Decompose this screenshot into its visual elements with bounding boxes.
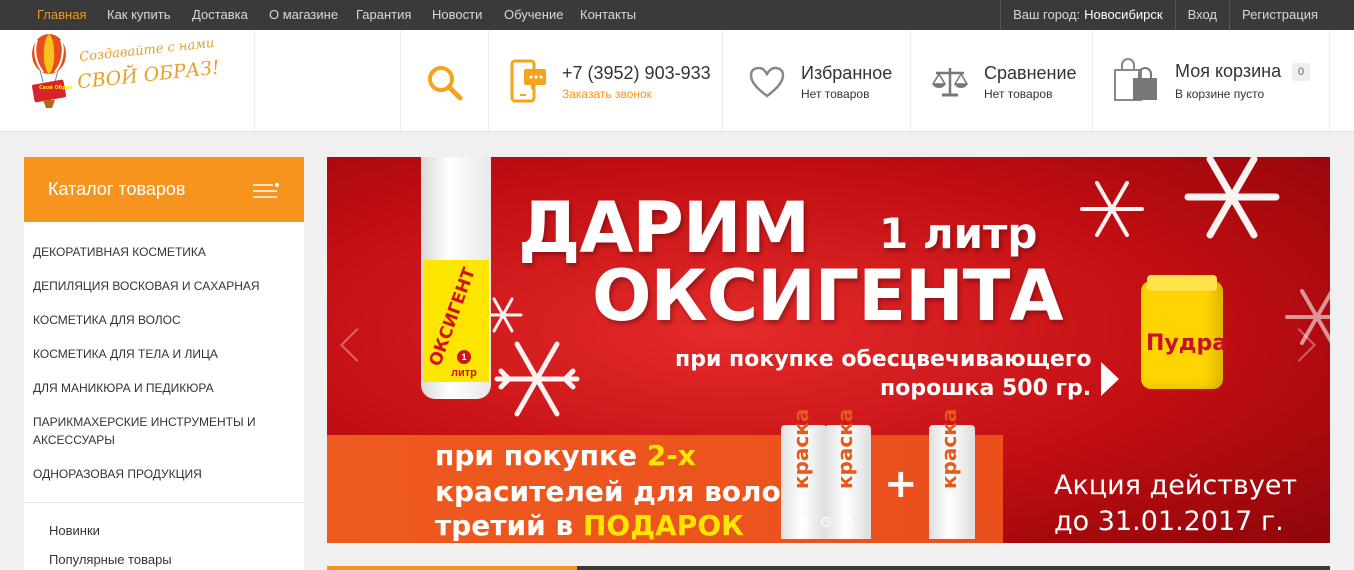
promo-highlight: 2-х xyxy=(646,439,696,472)
promo-validity-2: до 31.01.2017 г. xyxy=(1054,506,1284,537)
phone-number[interactable]: +7 (3952) 903-933 xyxy=(562,63,711,84)
oxigent-bottle-image: ОКСИГЕНТ 1 литр xyxy=(421,157,491,399)
promo-banner[interactable]: ОКСИГЕНТ 1 литр ДАРИМ 1 литр ОКСИГЕНТА п… xyxy=(327,157,1330,543)
divider xyxy=(488,30,489,131)
tube-label: краска xyxy=(937,408,961,489)
tube-label: краска xyxy=(789,408,813,489)
bottle-number: 1 xyxy=(457,350,471,364)
promo-highlight: ПОДАРОК xyxy=(582,509,745,542)
play-arrow-icon xyxy=(1101,362,1119,396)
active-tab-indicator[interactable] xyxy=(327,566,577,570)
scales-icon[interactable] xyxy=(932,66,968,98)
cart-title[interactable]: Моя корзина xyxy=(1175,61,1281,82)
promo-text: красителей для волос xyxy=(435,475,798,508)
nav-training[interactable]: Обучение xyxy=(504,7,563,22)
tube-label: краска xyxy=(833,408,857,489)
divider xyxy=(722,30,723,131)
divider xyxy=(254,30,255,131)
cart-status: В корзине пусто xyxy=(1175,87,1265,101)
divider xyxy=(1329,30,1330,131)
catalog-item-body-face[interactable]: КОСМЕТИКА ДЛЯ ТЕЛА И ЛИЦА xyxy=(33,345,293,363)
shopping-bag-icon[interactable] xyxy=(1113,58,1161,102)
divider xyxy=(400,30,401,131)
city-selector[interactable]: Ваш город: Новосибирск xyxy=(1000,0,1175,30)
bottle-unit: литр xyxy=(451,367,477,379)
banner-subline-2: порошка 500 гр. xyxy=(880,376,1092,401)
favorites-status: Нет товаров xyxy=(801,87,870,101)
city-label: Ваш город: xyxy=(1013,7,1081,22)
login-link[interactable]: Вход xyxy=(1174,0,1229,30)
promo-validity-1: Акция действует xyxy=(1054,470,1298,501)
paint-tube-image: краска xyxy=(929,409,975,539)
logo-badge: Свой Образ xyxy=(39,85,73,91)
heart-icon[interactable] xyxy=(749,66,785,98)
city-value[interactable]: Новосибирск xyxy=(1084,7,1163,22)
callback-link[interactable]: Заказать звонок xyxy=(562,87,652,101)
balloon-logo-icon xyxy=(31,34,67,108)
jar-lid xyxy=(1147,275,1217,291)
catalog-sidebar: Каталог товаров ДЕКОРАТИВНАЯ КОСМЕТИКА Д… xyxy=(24,157,304,570)
slider-dot-1[interactable] xyxy=(799,517,809,527)
catalog-item-decorative[interactable]: ДЕКОРАТИВНАЯ КОСМЕТИКА xyxy=(33,243,293,261)
header: Свой Образ Создавайте с нами СВОЙ ОБРАЗ!… xyxy=(0,30,1354,132)
phone-chat-icon xyxy=(510,59,546,103)
jar-label: Пудра xyxy=(1146,331,1228,356)
menu-lines-icon[interactable] xyxy=(253,182,281,200)
catalog-title: Каталог товаров xyxy=(48,179,186,199)
nav-news[interactable]: Новости xyxy=(432,7,482,22)
nav-how-to-buy[interactable]: Как купить xyxy=(107,7,170,22)
register-link[interactable]: Регистрация xyxy=(1229,0,1330,30)
catalog-item-disposable[interactable]: ОДНОРАЗОВАЯ ПРОДУКЦИЯ xyxy=(33,465,293,483)
cart-count-badge: 0 xyxy=(1292,63,1310,81)
catalog-header[interactable]: Каталог товаров xyxy=(24,157,304,222)
link-new-items[interactable]: Новинки xyxy=(49,523,100,538)
compare-title[interactable]: Сравнение xyxy=(984,63,1077,84)
catalog-item-hair[interactable]: КОСМЕТИКА ДЛЯ ВОЛОС xyxy=(33,311,293,329)
plus-sign: + xyxy=(884,461,918,507)
nav-guarantee[interactable]: Гарантия xyxy=(356,7,411,22)
divider xyxy=(24,502,304,503)
favorites-title[interactable]: Избранное xyxy=(801,63,892,84)
promo-text: третий в xyxy=(435,509,583,542)
banner-subline-1: при покупке обесцвечивающего xyxy=(675,347,1092,372)
link-popular[interactable]: Популярные товары xyxy=(49,552,172,567)
promo-text: при покупке xyxy=(435,439,647,472)
compare-status: Нет товаров xyxy=(984,87,1053,101)
slider-dot-2[interactable] xyxy=(821,517,831,527)
content-tabs-strip xyxy=(327,566,1330,570)
nav-home[interactable]: Главная xyxy=(37,7,86,22)
divider xyxy=(1092,30,1093,131)
top-right: Ваш город: Новосибирск Вход Регистрация xyxy=(1000,0,1330,30)
search-icon[interactable] xyxy=(426,64,464,102)
catalog-item-depilation[interactable]: ДЕПИЛЯЦИЯ ВОСКОВАЯ И САХАРНАЯ xyxy=(33,277,293,295)
nav-contacts[interactable]: Контакты xyxy=(580,7,636,22)
slider-dot-3[interactable] xyxy=(843,517,853,527)
powder-jar-image: Пудра xyxy=(1141,275,1227,389)
top-bar: Главная Как купить Доставка О магазине Г… xyxy=(0,0,1354,30)
banner-headline-2: ОКСИГЕНТА xyxy=(592,255,1064,337)
nav-about[interactable]: О магазине xyxy=(269,7,338,22)
catalog-item-tools[interactable]: ПАРИКМАХЕРСКИЕ ИНСТРУМЕНТЫ И АКСЕССУАРЫ xyxy=(33,413,293,449)
banner-headline-1b: 1 литр xyxy=(879,209,1038,258)
divider xyxy=(910,30,911,131)
catalog-item-manicure[interactable]: ДЛЯ МАНИКЮРА И ПЕДИКЮРА xyxy=(33,379,293,397)
nav-delivery[interactable]: Доставка xyxy=(192,7,248,22)
